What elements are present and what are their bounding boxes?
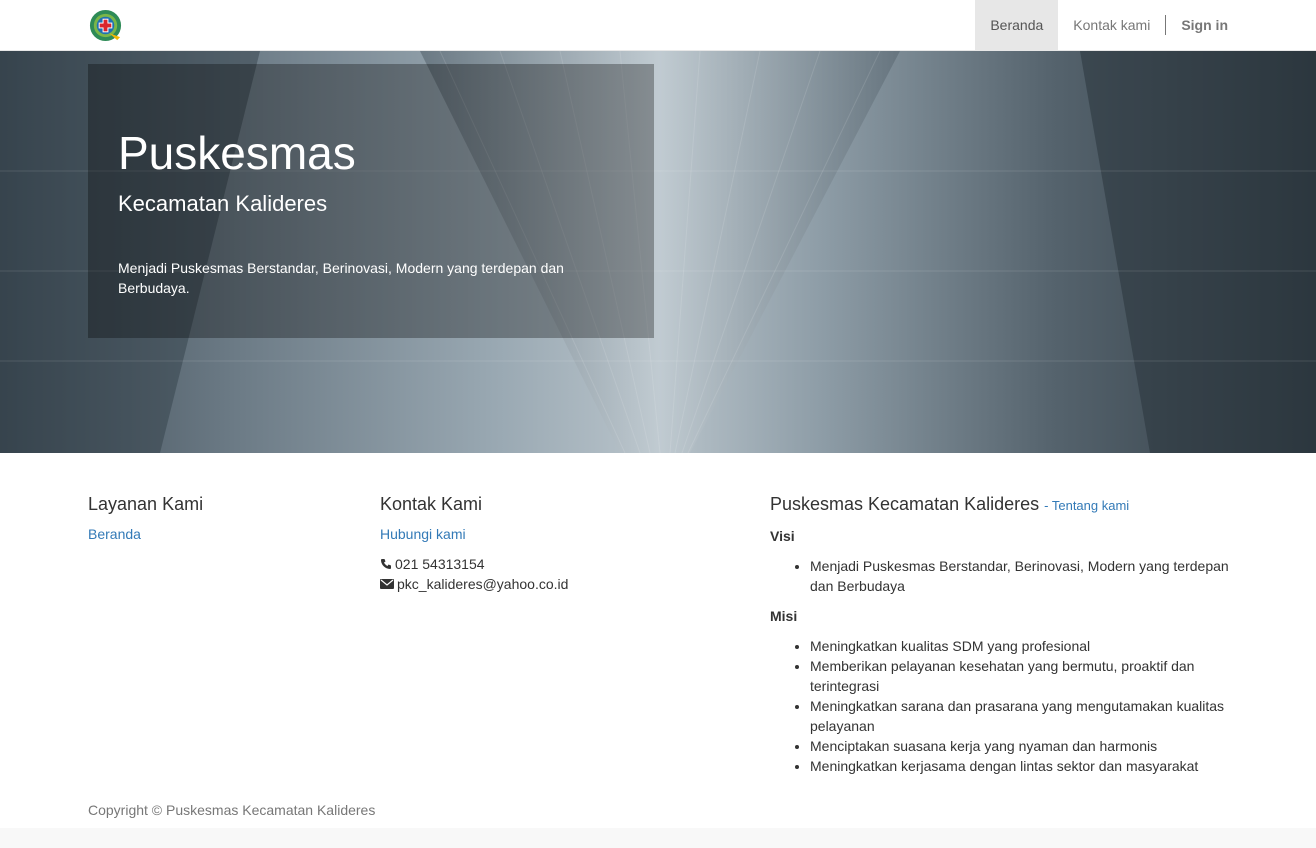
visi-item: Menjadi Puskesmas Berstandar, Berinovasi… [810, 556, 1230, 596]
misi-list: Meningkatkan kualitas SDM yang profesion… [810, 636, 1230, 776]
footer-bar [0, 828, 1316, 848]
nav-beranda-link[interactable]: Beranda [975, 0, 1059, 50]
misi-item: Meningkatkan sarana dan prasarana yang m… [810, 696, 1230, 736]
visi-list: Menjadi Puskesmas Berstandar, Berinovasi… [810, 556, 1230, 596]
hubungi-kami-link[interactable]: Hubungi kami [380, 526, 466, 542]
about-heading-row: Puskesmas Kecamatan Kalideres - Tentang … [770, 494, 1230, 516]
visi-label: Visi [770, 528, 795, 544]
phone-number: 021 54313154 [395, 556, 485, 572]
hero-title: Puskesmas [118, 127, 356, 179]
misi-item: Meningkatkan kerjasama dengan lintas sek… [810, 756, 1230, 776]
signin-link[interactable]: Sign in [1166, 0, 1228, 50]
about-section: Puskesmas Kecamatan Kalideres - Tentang … [770, 494, 1230, 786]
misi-item: Meningkatkan kualitas SDM yang profesion… [810, 636, 1230, 656]
hero-text: Menjadi Puskesmas Berstandar, Berinovasi… [118, 260, 564, 296]
puskesmas-logo-icon[interactable] [88, 8, 123, 43]
kontak-heading: Kontak Kami [380, 494, 483, 514]
misi-item: Menciptakan suasana kerja yang nyaman da… [810, 736, 1230, 756]
layanan-heading: Layanan Kami [88, 494, 204, 514]
layanan-beranda-link[interactable]: Beranda [88, 526, 141, 542]
email-address: pkc_kalideres@yahoo.co.id [397, 576, 569, 592]
hero-subtitle: Kecamatan Kalideres [118, 191, 328, 216]
envelope-icon [380, 579, 394, 589]
navbar: Beranda Kontak kami Sign in [0, 0, 1316, 51]
misi-label: Misi [770, 608, 798, 624]
copyright-text: Copyright © Puskesmas Kecamatan Kalidere… [88, 802, 376, 818]
kontak-section: Kontak Kami Hubungi kami 021 54313154 pk… [380, 494, 740, 594]
misi-item: Memberikan pelayanan kesehatan yang berm… [810, 656, 1230, 696]
phone-icon [381, 559, 391, 569]
nav-kontak-link[interactable]: Kontak kami [1058, 0, 1165, 50]
about-heading: Puskesmas Kecamatan Kalideres [770, 494, 1040, 514]
layanan-section: Layanan Kami Beranda [88, 494, 348, 544]
tentang-kami-link[interactable]: - Tentang kami [1044, 498, 1129, 513]
